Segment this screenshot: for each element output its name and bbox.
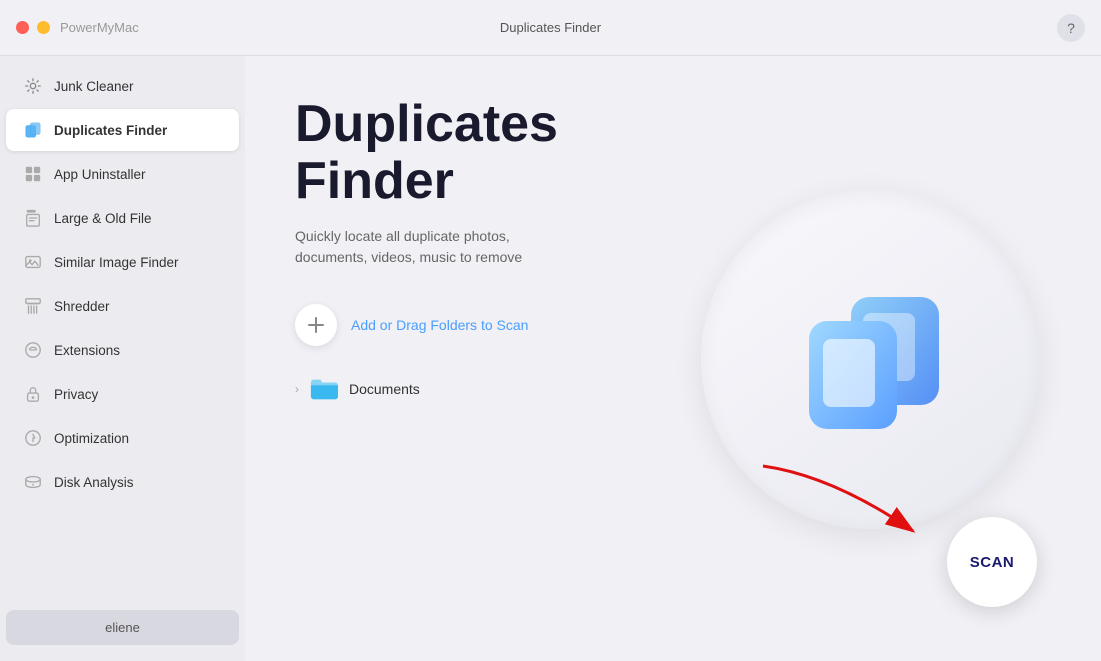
sidebar-item-shredder[interactable]: Shredder <box>6 285 239 327</box>
privacy-icon <box>22 383 44 405</box>
sidebar-item-app-uninstaller[interactable]: App Uninstaller <box>6 153 239 195</box>
folder-item-documents[interactable]: › Documents <box>295 370 691 408</box>
content-area: Duplicates Finder Quickly locate all dup… <box>245 56 1101 661</box>
page-subtitle: Quickly locate all duplicate photos, doc… <box>295 226 575 268</box>
sidebar-item-similar-image-finder[interactable]: Similar Image Finder <box>6 241 239 283</box>
sidebar-label-extensions: Extensions <box>54 343 120 358</box>
sidebar-item-duplicates-finder[interactable]: Duplicates Finder <box>6 109 239 151</box>
add-icon <box>295 304 337 346</box>
traffic-lights <box>16 21 50 34</box>
sidebar-label-duplicates-finder: Duplicates Finder <box>54 123 167 138</box>
page-title: Duplicates Finder <box>295 96 691 210</box>
illustration-circle <box>701 189 1041 529</box>
folder-icon <box>309 374 339 404</box>
content-right: SCAN <box>691 96 1051 621</box>
extension-icon <box>22 339 44 361</box>
app-name: PowerMyMac <box>60 20 139 35</box>
shredder-icon <box>22 295 44 317</box>
window-title: Duplicates Finder <box>500 20 601 35</box>
sidebar-label-shredder: Shredder <box>54 299 110 314</box>
main-layout: Junk Cleaner Duplicates Finder <box>0 56 1101 661</box>
user-badge[interactable]: eliene <box>6 610 239 645</box>
scan-button[interactable]: SCAN <box>947 517 1037 607</box>
sidebar-item-extensions[interactable]: Extensions <box>6 329 239 371</box>
content-inner: Duplicates Finder Quickly locate all dup… <box>245 56 1101 661</box>
scan-label: SCAN <box>970 554 1015 571</box>
sidebar-item-optimization[interactable]: Optimization <box>6 417 239 459</box>
sidebar-label-privacy: Privacy <box>54 387 98 402</box>
sidebar: Junk Cleaner Duplicates Finder <box>0 56 245 661</box>
sidebar-label-app-uninstaller: App Uninstaller <box>54 167 146 182</box>
uninstall-icon <box>22 163 44 185</box>
sidebar-label-junk-cleaner: Junk Cleaner <box>54 79 134 94</box>
gear-icon <box>22 75 44 97</box>
folder-item-label: Documents <box>349 381 420 397</box>
help-button[interactable]: ? <box>1057 14 1085 42</box>
sidebar-item-privacy[interactable]: Privacy <box>6 373 239 415</box>
optimization-icon <box>22 427 44 449</box>
sidebar-label-optimization: Optimization <box>54 431 129 446</box>
sidebar-label-disk-analysis: Disk Analysis <box>54 475 134 490</box>
minimize-button[interactable] <box>37 21 50 34</box>
sidebar-item-junk-cleaner[interactable]: Junk Cleaner <box>6 65 239 107</box>
sidebar-footer: eliene <box>0 602 245 653</box>
disk-icon <box>22 471 44 493</box>
add-folder-label: Add or Drag Folders to Scan <box>351 317 528 333</box>
help-area: ? <box>1057 14 1085 42</box>
folder-chevron-icon: › <box>295 382 299 396</box>
sidebar-item-disk-analysis[interactable]: Disk Analysis <box>6 461 239 503</box>
add-folder-button[interactable]: Add or Drag Folders to Scan <box>295 304 691 346</box>
content-left: Duplicates Finder Quickly locate all dup… <box>295 96 691 621</box>
close-button[interactable] <box>16 21 29 34</box>
image-icon <box>22 251 44 273</box>
sidebar-label-large-old-file: Large & Old File <box>54 211 152 226</box>
sidebar-label-similar-image-finder: Similar Image Finder <box>54 255 179 270</box>
duplicate-icon <box>22 119 44 141</box>
titlebar: PowerMyMac Duplicates Finder ? <box>0 0 1101 56</box>
file-icon <box>22 207 44 229</box>
sidebar-item-large-old-file[interactable]: Large & Old File <box>6 197 239 239</box>
duplicates-finder-illustration <box>781 269 961 449</box>
